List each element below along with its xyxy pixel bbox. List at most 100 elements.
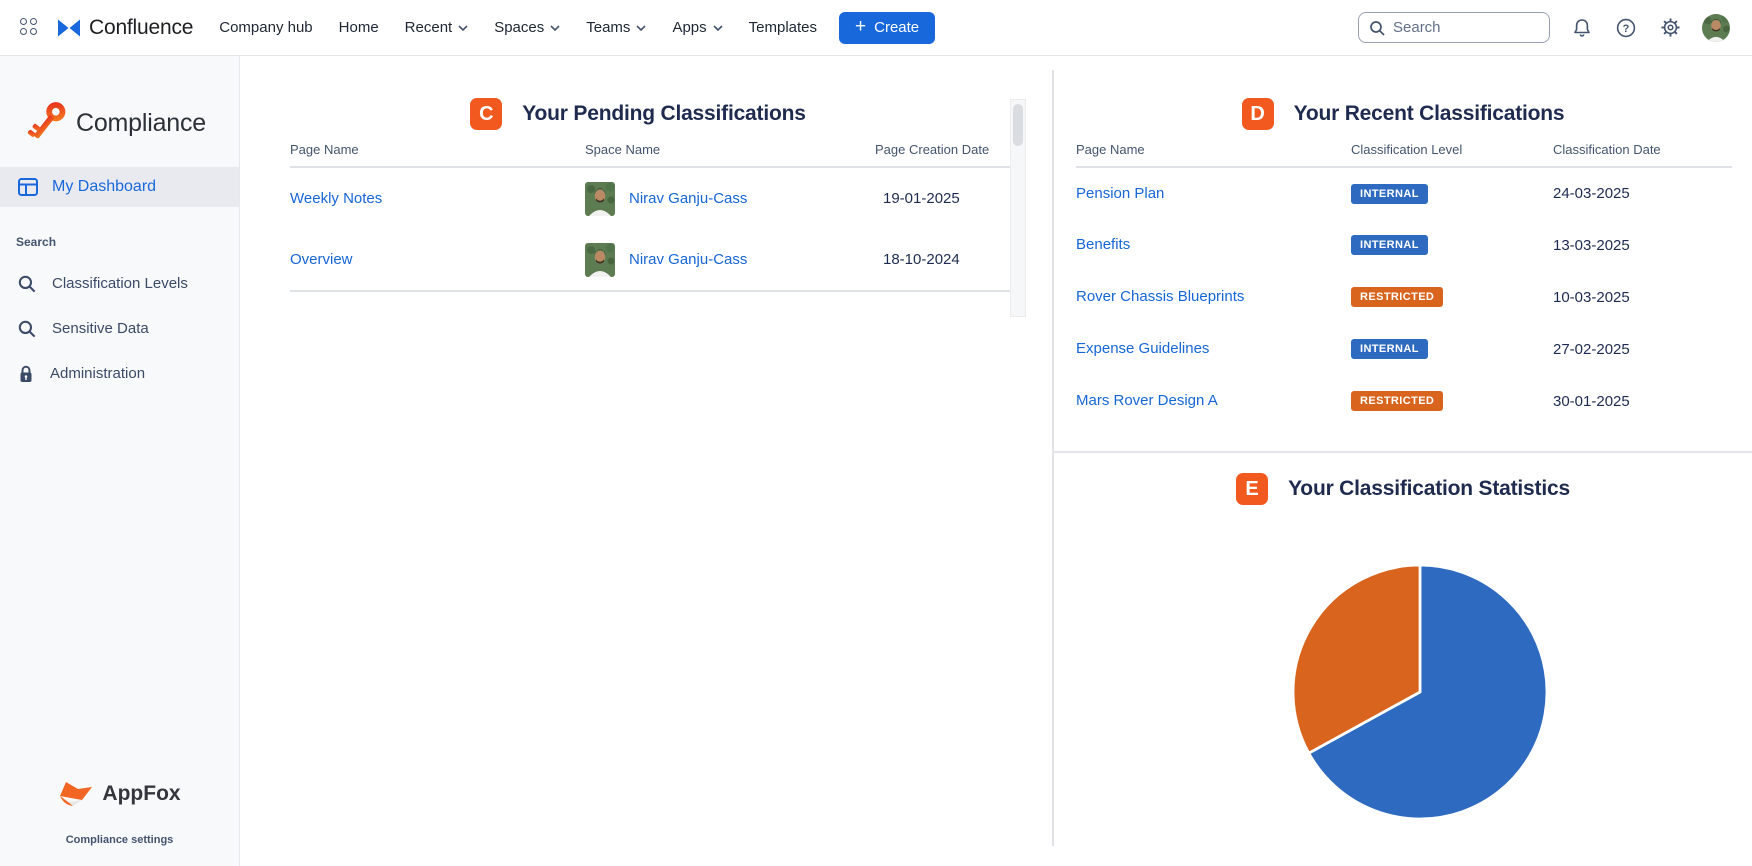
search-input[interactable] [1393, 19, 1523, 36]
sidebar-item-label: My Dashboard [52, 178, 157, 195]
panel-title: Your Pending Classifications [522, 102, 806, 125]
sidebar-footer: AppFox Compliance settings [0, 780, 239, 846]
page-link[interactable]: Mars Rover Design A [1076, 392, 1218, 409]
key-icon [27, 102, 66, 139]
nav-spaces[interactable]: Spaces [494, 19, 560, 36]
app-switcher-icon[interactable] [18, 17, 40, 39]
sidebar-item-classification-levels[interactable]: Classification Levels [0, 261, 239, 306]
column-header: Page Name [1076, 142, 1351, 168]
notifications-bell-icon[interactable] [1570, 16, 1594, 40]
section-badge-e: E [1236, 473, 1269, 505]
confluence-glyph-icon [58, 19, 80, 36]
table-row: Overview Nirav Ganju-Cass 18-10-2024 [290, 229, 1010, 292]
table-row: Rover Chassis Blueprints RESTRICTED 10-0… [1076, 271, 1732, 323]
classification-level-badge: INTERNAL [1351, 183, 1428, 204]
column-header: Space Name [585, 142, 875, 168]
table-row: Benefits INTERNAL 13-03-2025 [1076, 219, 1732, 271]
nav-apps[interactable]: Apps [672, 19, 723, 36]
user-avatar[interactable] [1702, 13, 1730, 42]
settings-gear-icon[interactable] [1658, 16, 1682, 40]
compliance-settings-link[interactable]: Compliance settings [0, 834, 239, 846]
lock-icon [20, 365, 32, 382]
classification-statistics-header: E Your Classification Statistics [1054, 473, 1752, 505]
search-icon [1370, 20, 1385, 36]
chevron-down-icon [713, 25, 723, 32]
column-header: Classification Date [1553, 142, 1732, 168]
sidebar-item-my-dashboard[interactable]: My Dashboard [0, 167, 239, 207]
dashboard-main: C Your Pending Classifications Page Name… [240, 56, 1752, 866]
create-button[interactable]: + Create [839, 11, 936, 44]
app-title: Compliance [76, 108, 207, 137]
fox-icon [60, 782, 93, 806]
table-row: Expense Guidelines INTERNAL 27-02-2025 [1076, 323, 1732, 375]
section-badge-c: C [470, 98, 503, 130]
primary-nav: Company hub Home Recent Spaces Teams App… [219, 19, 817, 36]
nav-home[interactable]: Home [339, 19, 379, 36]
column-header: Page Name [290, 142, 585, 168]
page-link[interactable]: Overview [290, 251, 353, 268]
table-row: Pension Plan INTERNAL 24-03-2025 [1076, 167, 1732, 219]
nav-teams[interactable]: Teams [586, 19, 647, 36]
panel-title: Your Recent Classifications [1293, 102, 1565, 125]
page-link[interactable]: Benefits [1076, 236, 1130, 253]
page-link[interactable]: Pension Plan [1076, 185, 1164, 202]
classification-pie-chart [1282, 554, 1558, 830]
space-link[interactable]: Nirav Ganju-Cass [629, 190, 747, 207]
brand-name: Confluence [89, 15, 194, 39]
chevron-down-icon [458, 25, 468, 32]
nav-company-hub[interactable]: Company hub [219, 19, 312, 36]
table-row: Mars Rover Design A RESTRICTED 30-01-202… [1076, 375, 1732, 427]
classification-date: 24-03-2025 [1553, 185, 1630, 202]
sidebar-item-administration[interactable]: Administration [0, 351, 239, 396]
appfox-logo: AppFox [0, 780, 239, 808]
global-search[interactable] [1358, 12, 1550, 43]
page-creation-date: 19-01-2025 [883, 190, 960, 207]
panel-title: Your Classification Statistics [1288, 477, 1570, 500]
pending-classifications-table: Page Name Space Name Page Creation Date … [290, 142, 1010, 292]
dashboard-icon [18, 178, 38, 196]
space-link[interactable]: Nirav Ganju-Cass [629, 251, 747, 268]
help-icon[interactable]: ? [1614, 16, 1638, 40]
classification-date: 27-02-2025 [1553, 340, 1630, 358]
pending-table-scrollbar[interactable] [1010, 99, 1026, 317]
compliance-sidebar: Compliance My Dashboard Search Classific… [0, 56, 240, 866]
classification-level-badge: RESTRICTED [1351, 391, 1444, 411]
top-navigation-bar: Confluence Company hub Home Recent Space… [0, 0, 1752, 56]
classification-date: 13-03-2025 [1553, 236, 1630, 254]
sidebar-item-label: Classification Levels [52, 275, 188, 292]
classification-level-badge: RESTRICTED [1351, 287, 1444, 307]
page-link[interactable]: Rover Chassis Blueprints [1076, 288, 1244, 305]
sidebar-item-label: Sensitive Data [52, 320, 149, 337]
chevron-down-icon [636, 25, 647, 32]
section-badge-d: D [1241, 98, 1274, 130]
chevron-down-icon [550, 25, 560, 32]
space-avatar [585, 242, 615, 277]
page-link[interactable]: Expense Guidelines [1076, 340, 1209, 357]
plus-icon: + [855, 16, 867, 37]
page-link[interactable]: Weekly Notes [290, 190, 382, 207]
svg-text:?: ? [1623, 23, 1630, 35]
page-creation-date: 18-10-2024 [875, 229, 1010, 292]
search-icon [18, 320, 36, 337]
nav-recent[interactable]: Recent [405, 19, 469, 36]
sidebar-item-sensitive-data[interactable]: Sensitive Data [0, 306, 239, 351]
appfox-brand-name: AppFox [102, 782, 181, 805]
sidebar-item-label: Administration [50, 365, 146, 382]
column-header: Classification Level [1351, 142, 1553, 168]
nav-templates[interactable]: Templates [749, 19, 817, 36]
recent-classifications-table: Page Name Classification Level Classific… [1076, 142, 1732, 427]
classification-level-badge: INTERNAL [1351, 339, 1428, 359]
pending-classifications-header: C Your Pending Classifications [240, 98, 1036, 130]
scrollbar-thumb[interactable] [1013, 104, 1023, 146]
search-icon [18, 275, 36, 292]
space-avatar [585, 181, 615, 216]
classification-date: 10-03-2025 [1553, 288, 1630, 306]
classification-level-badge: INTERNAL [1351, 235, 1428, 255]
sidebar-section-search: Search [16, 235, 57, 249]
vertical-divider [1052, 70, 1054, 846]
horizontal-divider [1052, 451, 1752, 453]
classification-date: 30-01-2025 [1553, 392, 1630, 410]
confluence-logo[interactable]: Confluence [56, 16, 193, 40]
recent-classifications-header: D Your Recent Classifications [1054, 98, 1752, 130]
compliance-app-logo: Compliance [26, 98, 239, 148]
